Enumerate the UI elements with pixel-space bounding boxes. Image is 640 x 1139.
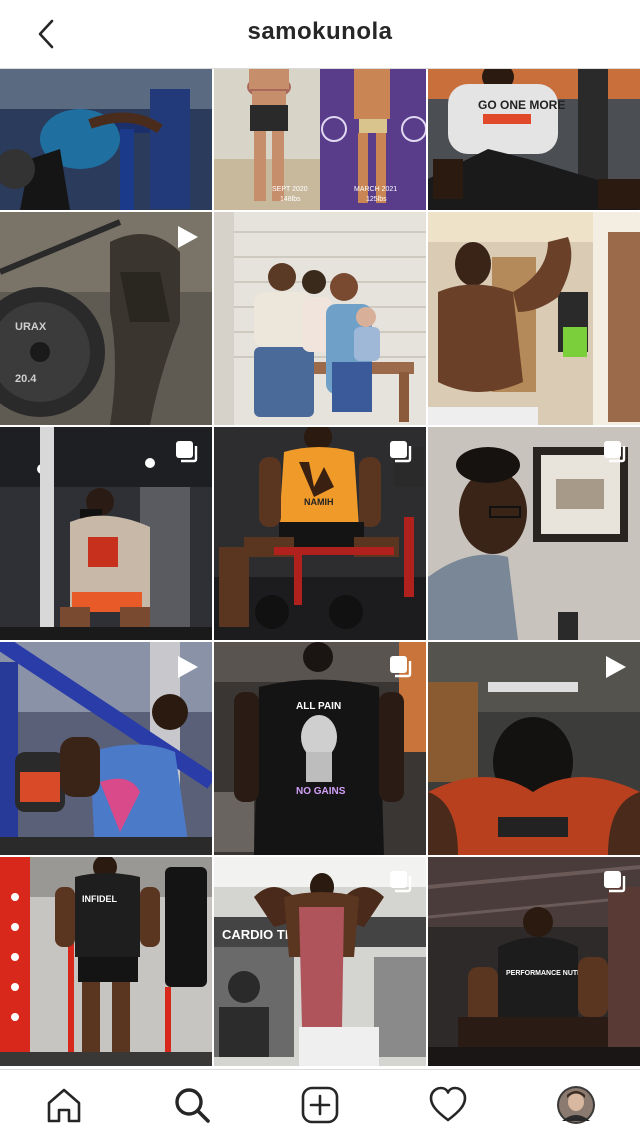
carousel-icon — [390, 871, 412, 893]
post-photo — [214, 212, 426, 425]
video-icon — [178, 656, 198, 678]
tab-new-post[interactable] — [288, 1075, 352, 1135]
shirt-text: GO ONE MORE — [478, 98, 565, 112]
tab-home[interactable] — [32, 1075, 96, 1135]
post-tile[interactable]: CARDIO THEA — [214, 857, 426, 1066]
after-weight-caption: 125lbs — [366, 196, 387, 203]
post-tile[interactable] — [428, 212, 640, 425]
post-tile[interactable] — [0, 642, 212, 855]
profile-username: samokunola — [247, 18, 393, 45]
tab-profile[interactable] — [544, 1075, 608, 1135]
heart-icon — [429, 1086, 467, 1121]
post-tile[interactable]: URAX 20.4 — [0, 212, 212, 425]
top-bar: samokunola — [0, 0, 640, 69]
carousel-icon — [604, 441, 626, 463]
post-photo: INFIDEL — [0, 857, 212, 1066]
plate-weight: 20.4 — [15, 373, 37, 385]
shirt-text-top: ALL PAIN — [296, 701, 341, 712]
post-photo — [428, 212, 640, 425]
shirt-text: NAMIH — [304, 497, 334, 507]
carousel-icon — [176, 441, 198, 463]
search-icon — [175, 1087, 210, 1123]
post-tile[interactable] — [428, 427, 640, 640]
post-photo: GO ONE MORE — [428, 69, 640, 210]
carousel-icon — [390, 656, 412, 678]
post-tile[interactable]: PERFORMANCE NUTRITION — [428, 857, 640, 1066]
video-icon — [606, 656, 626, 678]
post-tile[interactable]: INFIDEL — [0, 857, 212, 1066]
post-photo — [0, 69, 212, 210]
tab-search[interactable] — [160, 1075, 224, 1135]
carousel-icon — [604, 871, 626, 893]
video-icon — [178, 226, 198, 248]
post-tile[interactable]: ALL PAIN NO GAINS — [214, 642, 426, 855]
post-tile[interactable] — [0, 69, 212, 210]
post-tile[interactable] — [428, 642, 640, 855]
plus-square-icon — [301, 1086, 339, 1123]
posts-grid: SEPT 2020 148lbs MARCH 2021 125lbs GO ON… — [0, 69, 640, 1068]
before-date-caption: SEPT 2020 — [272, 186, 308, 193]
home-icon — [47, 1088, 81, 1122]
avatar-icon — [557, 1085, 595, 1124]
bottom-tab-bar — [0, 1069, 640, 1139]
post-tile[interactable]: NAMIH — [214, 427, 426, 640]
carousel-icon — [390, 441, 412, 463]
before-weight-caption: 148lbs — [280, 196, 301, 203]
shirt-text: INFIDEL — [82, 894, 118, 904]
post-photo: SEPT 2020 148lbs MARCH 2021 125lbs — [214, 69, 426, 210]
plate-brand: URAX — [15, 321, 47, 333]
tab-activity[interactable] — [416, 1075, 480, 1135]
post-tile[interactable]: GO ONE MORE — [428, 69, 640, 210]
after-date-caption: MARCH 2021 — [354, 186, 397, 193]
post-tile[interactable] — [0, 427, 212, 640]
shirt-text-bottom: NO GAINS — [296, 786, 346, 797]
post-tile[interactable] — [214, 212, 426, 425]
post-tile[interactable]: SEPT 2020 148lbs MARCH 2021 125lbs — [214, 69, 426, 210]
